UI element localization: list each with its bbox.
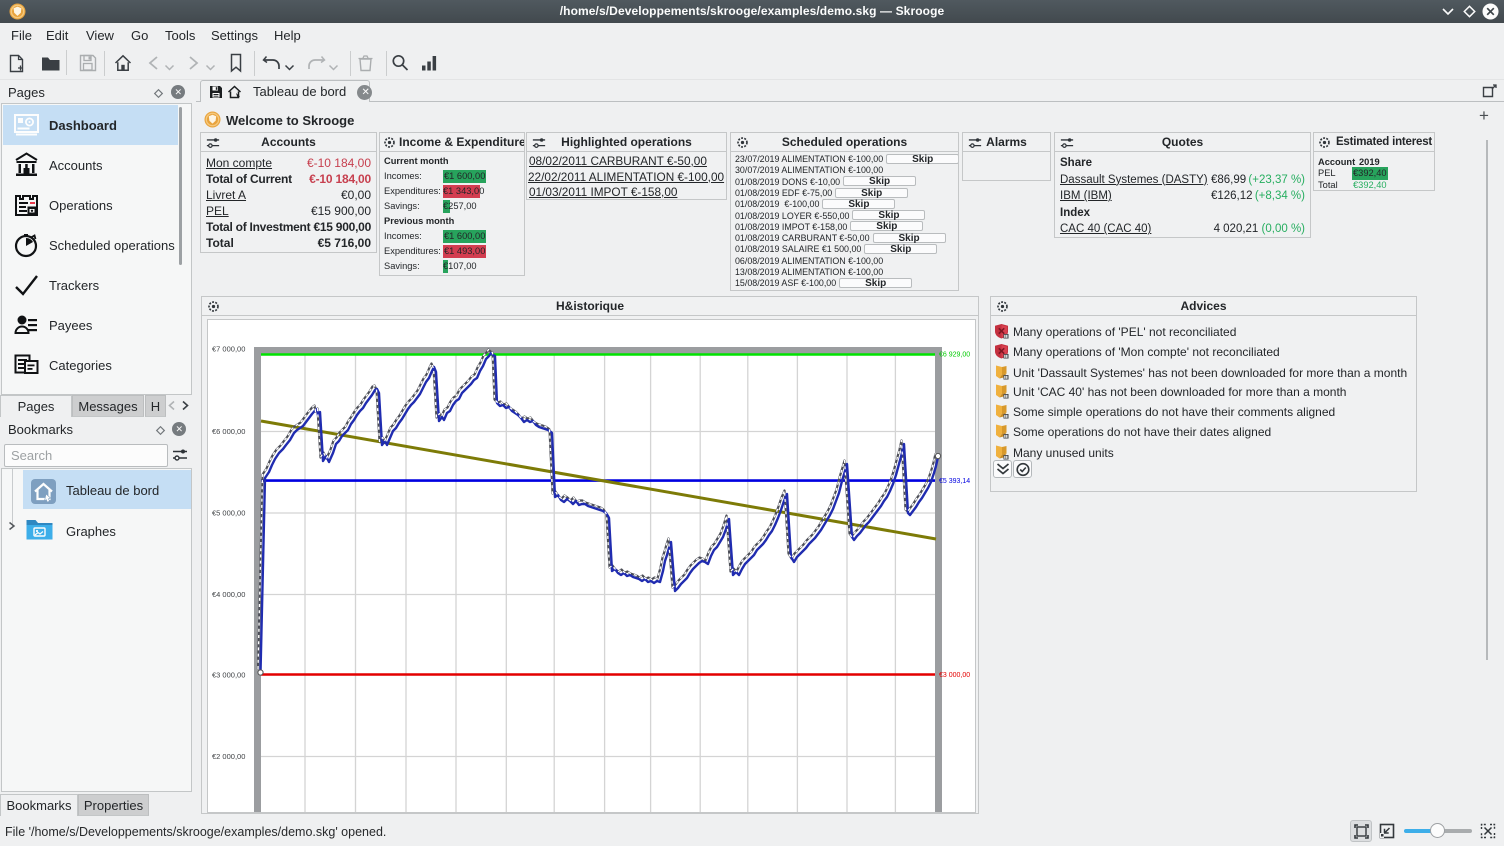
svg-text:€6 000,00: €6 000,00 (212, 427, 245, 436)
svg-text:€6 929,00: €6 929,00 (939, 352, 970, 359)
svg-text:€2 000,00: €2 000,00 (212, 752, 245, 761)
svg-text:€7 000,00: €7 000,00 (212, 345, 245, 354)
svg-text:€3 000,00: €3 000,00 (939, 672, 970, 679)
svg-text:€3 000,00: €3 000,00 (212, 671, 245, 680)
svg-text:€4 000,00: €4 000,00 (212, 590, 245, 599)
svg-text:€5 393,14: €5 393,14 (939, 478, 970, 485)
svg-text:€5 000,00: €5 000,00 (212, 509, 245, 518)
